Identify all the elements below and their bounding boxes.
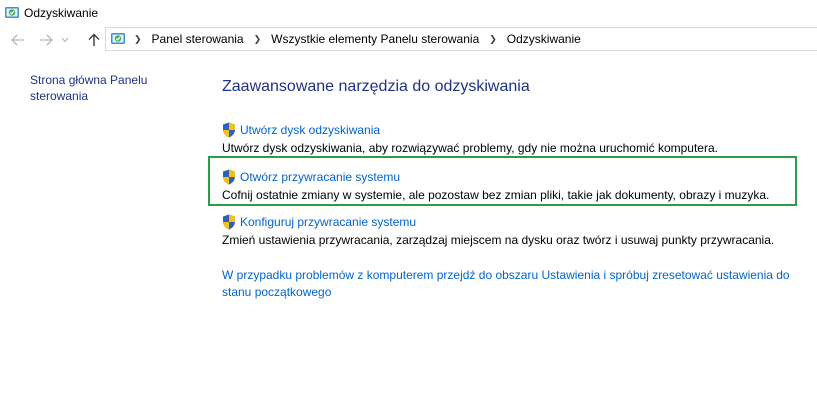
create-recovery-drive-description: Utwórz dysk odzyskiwania, aby rozwiązywa… <box>222 141 718 155</box>
recovery-location-icon <box>111 33 125 44</box>
navigation-bar: ❯ Panel sterowania ❯ Wszystkie elementy … <box>0 26 817 54</box>
uac-shield-icon <box>223 122 235 138</box>
forward-button[interactable] <box>37 31 55 49</box>
create-recovery-drive-link[interactable]: Utwórz dysk odzyskiwania <box>240 123 380 137</box>
tool-link-row: Konfiguruj przywracanie systemu <box>222 214 802 230</box>
reset-pc-settings-link[interactable]: W przypadku problemów z komputerem przej… <box>222 267 802 301</box>
recent-locations-button[interactable] <box>60 31 70 49</box>
open-system-restore-description: Cofnij ostatnie zmiany w systemie, ale p… <box>222 188 770 202</box>
breadcrumb: ❯ Panel sterowania ❯ Wszystkie elementy … <box>132 28 583 50</box>
breadcrumb-item-control-panel[interactable]: Panel sterowania <box>150 32 246 46</box>
left-pane: Strona główna Panelu sterowania <box>30 72 200 104</box>
page-heading: Zaawansowane narzędzia do odzyskiwania <box>222 78 530 95</box>
tool-open-system-restore: Otwórz przywracanie systemu Cofnij ostat… <box>222 169 802 202</box>
arrow-left-icon <box>11 34 24 46</box>
breadcrumb-item-all-items[interactable]: Wszystkie elementy Panelu sterowania <box>269 32 481 46</box>
tool-configure-system-restore: Konfiguruj przywracanie systemu Zmień us… <box>222 214 802 247</box>
configure-system-restore-description: Zmień ustawienia przywracania, zarządzaj… <box>222 233 775 247</box>
recovery-window: Odzyskiwanie ❯ Panel sterowania ❯ Wszyst… <box>0 0 817 408</box>
control-panel-home-link[interactable]: Strona główna Panelu sterowania <box>30 72 200 104</box>
uac-shield-icon <box>223 169 235 185</box>
chevron-right-icon[interactable]: ❯ <box>254 34 262 45</box>
uac-shield-icon <box>223 214 235 230</box>
open-system-restore-link[interactable]: Otwórz przywracanie systemu <box>240 170 400 184</box>
tool-create-recovery-drive: Utwórz dysk odzyskiwania Utwórz dysk odz… <box>222 122 802 155</box>
chevron-right-icon[interactable]: ❯ <box>489 34 497 45</box>
chevron-down-icon <box>61 37 69 43</box>
address-bar[interactable]: ❯ Panel sterowania ❯ Wszystkie elementy … <box>105 27 817 51</box>
chevron-right-icon[interactable]: ❯ <box>134 34 142 45</box>
tool-link-row: Utwórz dysk odzyskiwania <box>222 122 802 138</box>
configure-system-restore-link[interactable]: Konfiguruj przywracanie systemu <box>240 215 416 229</box>
back-button[interactable] <box>9 31 27 49</box>
tool-link-row: Otwórz przywracanie systemu <box>222 169 802 185</box>
window-title: Odzyskiwanie <box>24 6 99 20</box>
recovery-app-icon <box>5 7 19 18</box>
arrow-right-icon <box>40 34 53 46</box>
breadcrumb-item-recovery[interactable]: Odzyskiwanie <box>505 32 583 46</box>
title-bar: Odzyskiwanie <box>0 0 817 26</box>
arrow-up-icon <box>88 33 100 46</box>
up-button[interactable] <box>85 31 103 49</box>
